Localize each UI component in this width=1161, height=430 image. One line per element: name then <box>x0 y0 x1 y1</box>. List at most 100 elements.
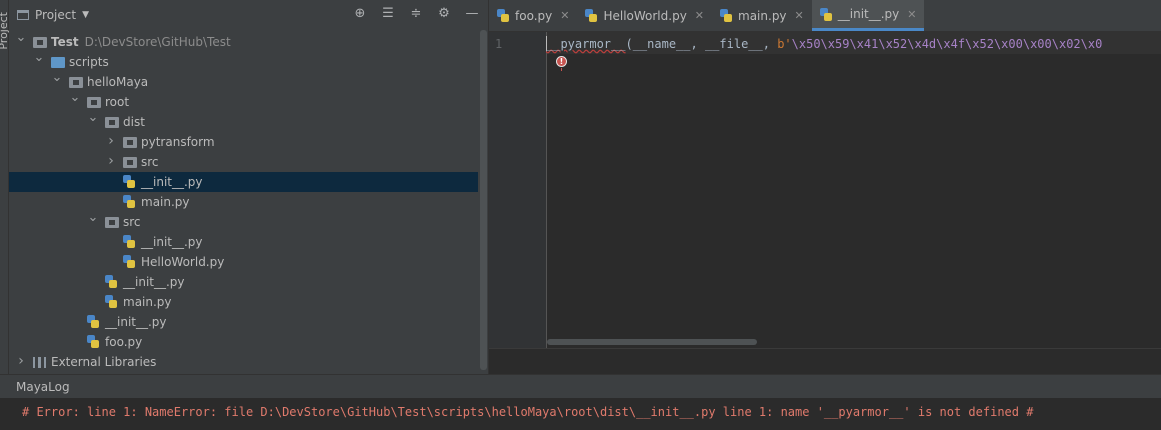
project-path: D:\DevStore\GitHub\Test <box>84 35 231 49</box>
tree-item-label: foo.py <box>105 335 143 349</box>
tab-label: foo.py <box>515 8 553 23</box>
python-file-icon <box>87 335 99 348</box>
tree-item-label: __init__.py <box>105 315 167 329</box>
tree-item[interactable]: __init__.py <box>9 312 478 332</box>
project-folder-icon <box>17 10 29 20</box>
project-scrollbar[interactable] <box>480 30 487 370</box>
close-icon[interactable]: ✕ <box>907 8 916 21</box>
tree-item[interactable]: __init__.py <box>9 272 478 292</box>
gear-icon[interactable]: ⚙ <box>436 6 452 21</box>
tree-item[interactable]: foo.py <box>9 332 478 352</box>
code-args: (__name__, __file__, <box>625 37 778 51</box>
tree-item-label: Test D:\DevStore\GitHub\Test <box>51 35 231 49</box>
close-icon[interactable]: ✕ <box>795 9 804 22</box>
tree-item-label: __init__.py <box>123 275 185 289</box>
tool-window-strip[interactable]: Project <box>0 0 10 374</box>
tree-item[interactable]: ⌄ Test D:\DevStore\GitHub\Test <box>9 30 478 52</box>
log-output: # Error: line 1: NameError: file D:\DevS… <box>0 398 1161 430</box>
tree-item-label: src <box>141 155 159 169</box>
tree-item[interactable]: main.py <box>9 192 478 212</box>
tree-item[interactable]: ⌄ scripts <box>9 50 478 72</box>
chevron-down-icon[interactable]: ⌄ <box>87 108 99 128</box>
editor-gutter: 1 <box>489 32 547 374</box>
chevron-right-icon[interactable]: › <box>105 151 117 171</box>
project-header: Project ▼ ⊕ ☰ ≑ ⚙ — <box>9 0 488 30</box>
tree-item[interactable]: HelloWorld.py <box>9 252 478 272</box>
chevron-down-icon[interactable]: ⌄ <box>15 28 27 48</box>
collapse-icon[interactable]: ≑ <box>408 6 424 21</box>
log-title: MayaLog <box>16 380 70 394</box>
chevron-down-icon[interactable]: ⌄ <box>51 68 63 88</box>
python-file-icon <box>123 175 135 188</box>
tree-item[interactable]: › pytransform <box>9 132 478 152</box>
chevron-right-icon[interactable]: › <box>15 351 27 371</box>
expand-icon[interactable]: ☰ <box>380 6 396 21</box>
line-number: 1 <box>495 37 503 51</box>
tree-item[interactable]: ⌄ dist <box>9 110 478 132</box>
python-file-icon <box>497 9 509 22</box>
target-icon[interactable]: ⊕ <box>352 6 368 21</box>
folder-icon <box>123 137 137 148</box>
chevron-right-icon[interactable]: › <box>105 131 117 151</box>
tree-item[interactable]: __init__.py <box>9 172 478 192</box>
tree-item-label: main.py <box>141 195 190 209</box>
python-file-icon <box>105 295 117 308</box>
editor-horizontal-scrollbar[interactable] <box>547 339 757 345</box>
tree-item[interactable]: ⌄ root <box>9 90 478 112</box>
project-view-selector[interactable]: Project ▼ <box>17 8 89 22</box>
tree-item-label: dist <box>123 115 145 129</box>
folder-icon <box>105 217 119 228</box>
python-file-icon <box>819 7 832 21</box>
tree-item-label: root <box>105 95 130 109</box>
tree-item[interactable]: main.py <box>9 292 478 312</box>
editor-tab[interactable]: foo.py ✕ <box>489 0 577 31</box>
minimize-icon[interactable]: — <box>464 6 480 21</box>
python-file-icon <box>105 275 117 288</box>
python-file-icon <box>720 9 733 22</box>
code-line[interactable]: __pyarmor__(__name__, __file__, b'\x50\x… <box>546 37 1102 51</box>
tree-item-label: src <box>123 215 141 229</box>
tree-item[interactable]: ⌄ src <box>9 210 478 232</box>
editor-tab[interactable]: __init__.py ✕ <box>811 0 925 31</box>
tree-item[interactable]: › External Libraries <box>9 352 478 372</box>
tree-item-label: External Libraries <box>51 355 157 369</box>
editor-tab[interactable]: main.py ✕ <box>712 0 812 31</box>
tree-item[interactable]: › src <box>9 152 478 172</box>
folder-icon <box>87 97 101 108</box>
folder-icon <box>69 77 83 88</box>
tree-item-label: scripts <box>69 55 109 69</box>
tree-item-label: main.py <box>123 295 172 309</box>
code-bytes: \x50\x59\x41\x52\x4d\x4f\x52\x00\x00\x02… <box>791 37 1103 51</box>
close-icon[interactable]: ✕ <box>560 9 569 22</box>
chevron-down-icon: ▼ <box>82 10 89 20</box>
tree-item-label: helloMaya <box>87 75 149 89</box>
log-header[interactable]: MayaLog <box>0 374 1161 399</box>
editor-footer <box>489 348 1161 375</box>
python-file-icon <box>585 9 598 22</box>
chevron-down-icon[interactable]: ⌄ <box>69 88 81 108</box>
folder-icon <box>123 157 137 168</box>
tree-item-label: __init__.py <box>141 175 203 189</box>
chevron-down-icon[interactable]: ⌄ <box>33 48 45 68</box>
chevron-down-icon[interactable]: ⌄ <box>87 208 99 228</box>
editor-tab[interactable]: HelloWorld.py ✕ <box>577 0 712 31</box>
editor: foo.py ✕ HelloWorld.py ✕ main.py ✕ __init__.py… <box>489 0 1161 375</box>
close-icon[interactable]: ✕ <box>695 9 704 22</box>
project-title: Project <box>35 8 77 22</box>
folder-icon <box>105 117 119 128</box>
tree-item[interactable]: __init__.py <box>9 232 478 252</box>
project-panel: Project ▼ ⊕ ☰ ≑ ⚙ — ⌄ Test D:\DevStore\Git… <box>9 0 488 374</box>
error-marker-icon[interactable]: ! <box>556 56 567 71</box>
tree-item-label: HelloWorld.py <box>141 255 225 269</box>
python-file-icon <box>123 235 135 248</box>
editor-tabs: foo.py ✕ HelloWorld.py ✕ main.py ✕ __init__.py… <box>489 0 1161 32</box>
python-file-icon <box>123 195 135 208</box>
folder-icon <box>33 37 47 48</box>
libraries-icon <box>33 357 46 368</box>
tab-label: HelloWorld.py <box>603 8 687 23</box>
error-message: # Error: line 1: NameError: file D:\DevS… <box>22 405 1034 419</box>
code-bytes-prefix: b' <box>777 37 792 51</box>
tree-item-label: __init__.py <box>141 235 203 249</box>
tab-label: __init__.py <box>837 7 900 21</box>
tree-item-label: pytransform <box>141 135 215 149</box>
